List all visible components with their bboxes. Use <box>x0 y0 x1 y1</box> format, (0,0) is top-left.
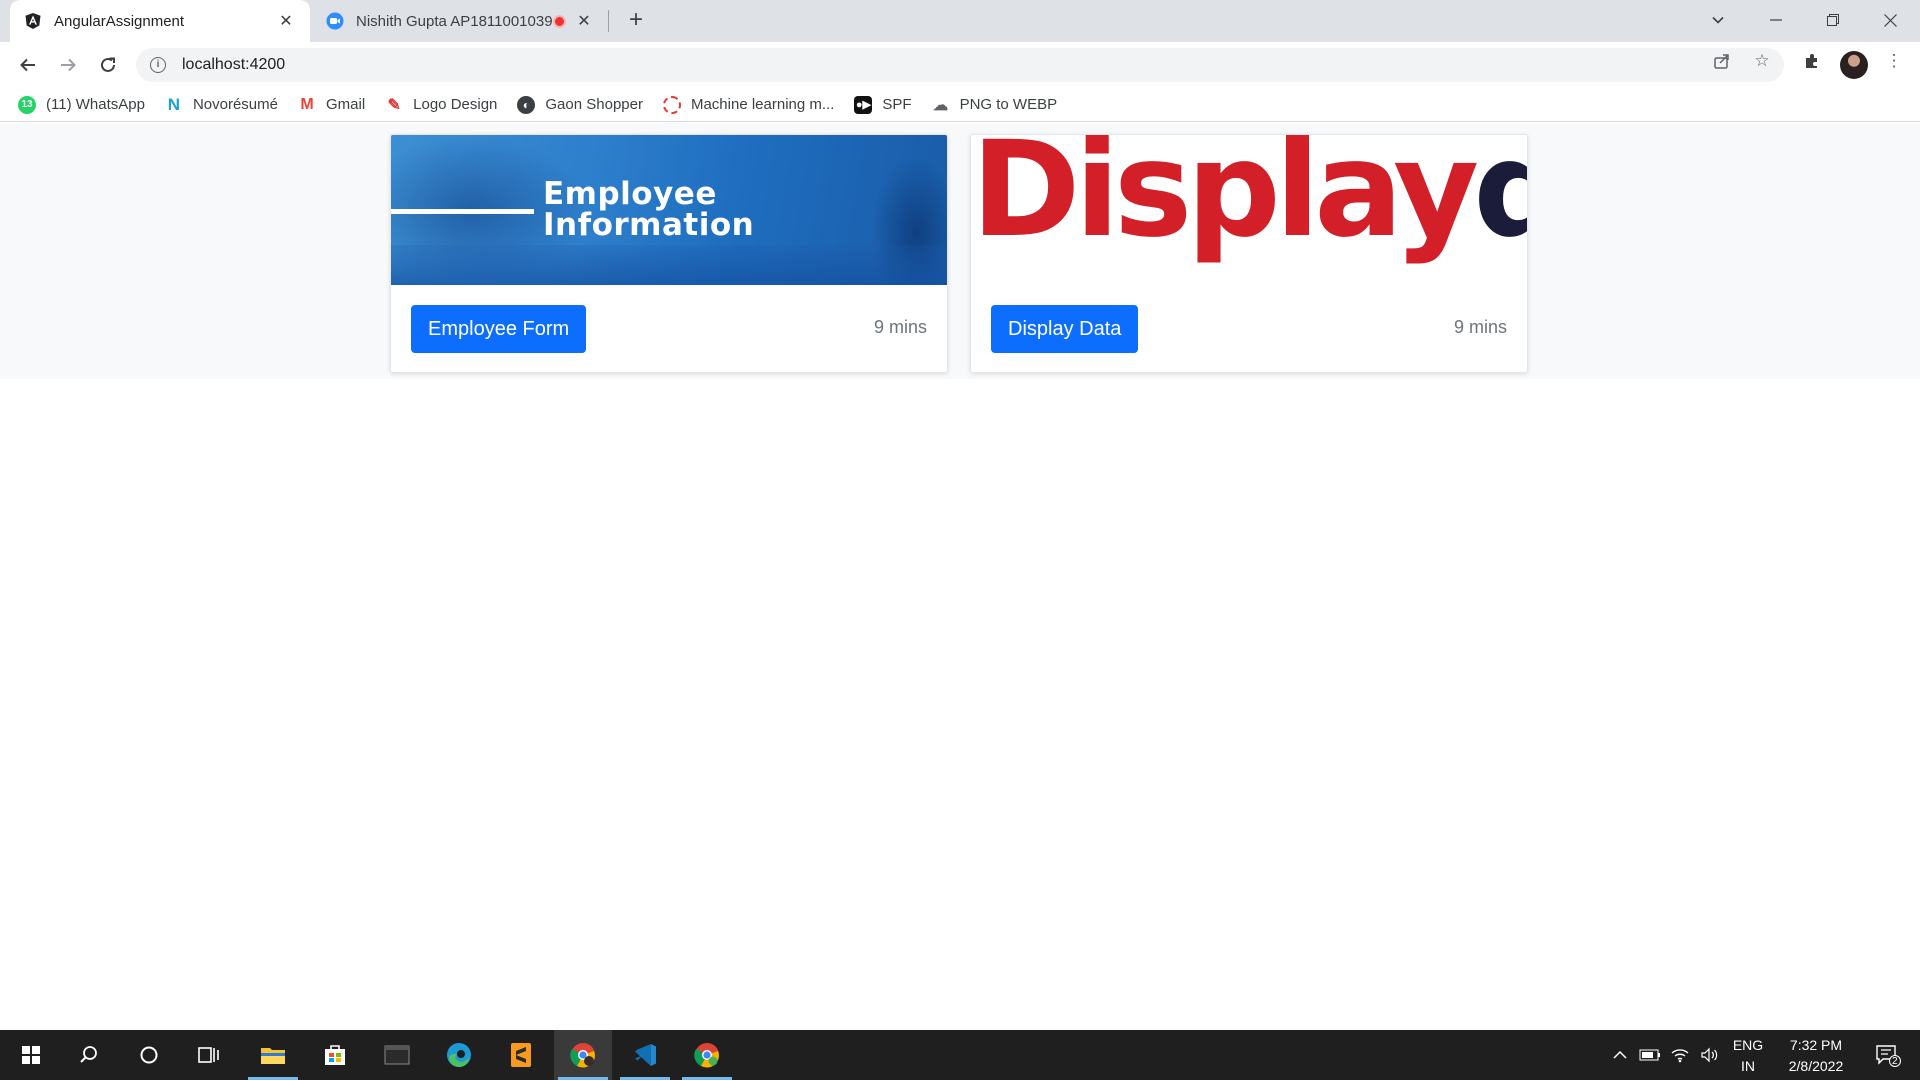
bookmark-label: Novorésumé <box>192 96 278 113</box>
tab-zoom-meeting[interactable]: Nishith Gupta AP1811001039 ✕ <box>312 0 608 42</box>
display-data-card: Displaydata Display Data 9 mins <box>970 134 1528 373</box>
clock[interactable]: 7:32 PM 2/8/2022 <box>1776 1035 1856 1077</box>
language-code: ENG <box>1732 1037 1764 1053</box>
profile-avatar[interactable] <box>1840 51 1868 79</box>
battery-icon[interactable] <box>1636 1030 1664 1080</box>
address-bar[interactable]: i localhost:4200 <box>136 48 1784 82</box>
notification-count: 2 <box>1892 1056 1898 1067</box>
card-section: Employee Information Employee Form 9 min… <box>0 123 1920 379</box>
spf-icon: ●▶ <box>854 95 873 114</box>
recording-icon <box>553 14 566 28</box>
tab-search-icon[interactable] <box>1690 0 1746 40</box>
globe-icon: ◐ <box>517 95 536 114</box>
tab-angular-assignment[interactable]: AngularAssignment ✕ <box>10 0 310 42</box>
minimize-button[interactable] <box>1748 0 1804 40</box>
input-language[interactable]: ENG IN <box>1728 1035 1768 1077</box>
page-content: Employee Information Employee Form 9 min… <box>0 123 1920 1030</box>
notifications-icon[interactable]: 2 <box>1866 1030 1910 1080</box>
tab-strip: AngularAssignment ✕ Nishith Gupta AP1811… <box>0 0 1920 42</box>
back-button[interactable] <box>12 49 44 81</box>
logo-word-display: Display <box>971 135 1479 267</box>
logo-design-icon: ✎ <box>387 96 401 114</box>
close-tab-icon[interactable]: ✕ <box>574 11 594 31</box>
logo-word-data: data <box>1473 135 1527 267</box>
image-accent-line <box>391 209 534 214</box>
cortana-icon[interactable] <box>120 1030 178 1080</box>
whatsapp-icon: 13 <box>18 95 36 114</box>
bookmark-label: SPF <box>882 96 912 113</box>
task-view-icon[interactable] <box>180 1030 238 1080</box>
card-time: 9 mins <box>873 317 927 337</box>
bookmark-label: Logo Design <box>413 96 498 113</box>
search-icon[interactable] <box>60 1030 118 1080</box>
bookmark-label: Machine learning m... <box>690 96 835 113</box>
caption-line-2: Information <box>543 207 755 243</box>
tab-title: Nishith Gupta AP1811001039 <box>356 12 553 30</box>
volume-icon[interactable] <box>1696 1030 1724 1080</box>
terminal-icon[interactable] <box>368 1030 426 1080</box>
microsoft-store-icon[interactable] <box>306 1030 364 1080</box>
menu-kebab-icon[interactable]: ⋮ <box>1884 51 1904 71</box>
vscode-icon[interactable] <box>616 1030 674 1080</box>
file-explorer-icon[interactable] <box>244 1030 302 1080</box>
display-data-image: Displaydata <box>971 135 1527 285</box>
edge-icon[interactable] <box>430 1030 488 1080</box>
close-tab-icon[interactable]: ✕ <box>276 11 296 31</box>
bookmarks-bar: 13 (11) WhatsApp N Novorésumé M Gmail ✎ … <box>0 88 1920 122</box>
bookmark-spf[interactable]: ●▶ SPF <box>854 95 912 114</box>
windows-taskbar: ENG IN 7:32 PM 2/8/2022 2 <box>0 1030 1920 1080</box>
bookmark-logo-design[interactable]: ✎ Logo Design <box>385 96 497 114</box>
card-time: 9 mins <box>1453 317 1507 337</box>
bookmark-machine-learning[interactable]: Machine learning m... <box>662 95 835 114</box>
clock-time: 7:32 PM <box>1789 1037 1843 1053</box>
bookmark-whatsapp[interactable]: 13 (11) WhatsApp <box>18 95 145 114</box>
bookmark-png-to-webp[interactable]: ☁ PNG to WEBP <box>932 96 1058 114</box>
employee-card: Employee Information Employee Form 9 min… <box>390 134 948 373</box>
novoresume-icon: N <box>167 94 181 114</box>
wifi-icon[interactable] <box>1666 1030 1694 1080</box>
restore-button[interactable] <box>1805 0 1861 40</box>
share-icon[interactable] <box>1712 51 1732 71</box>
bookmark-gaon-shopper[interactable]: ◐ Gaon Shopper <box>517 95 643 114</box>
forward-button[interactable] <box>52 49 84 81</box>
address-url: localhost:4200 <box>182 56 286 73</box>
bookmark-label: PNG to WEBP <box>959 96 1058 113</box>
display-data-logo: Displaydata <box>971 135 1527 267</box>
site-info-icon[interactable]: i <box>150 57 166 73</box>
employee-form-button[interactable]: Employee Form <box>411 305 587 353</box>
bookmark-gmail[interactable]: M Gmail <box>298 96 365 114</box>
bookmark-label: Gmail <box>325 96 366 113</box>
browser-toolbar: i localhost:4200 ☆ ⋮ <box>0 42 1920 88</box>
caption-line-1: Employee <box>543 176 717 212</box>
display-data-button[interactable]: Display Data <box>991 305 1139 353</box>
reload-button[interactable] <box>92 49 124 81</box>
new-tab-button[interactable]: + <box>622 6 650 34</box>
region-code: IN <box>1741 1058 1755 1074</box>
bookmark-novoresume[interactable]: N Novorésumé <box>165 94 278 114</box>
cloud-icon: ☁ <box>933 96 949 114</box>
windows-start-icon[interactable] <box>2 1030 60 1080</box>
tab-separator <box>608 10 609 32</box>
show-hidden-icons-icon[interactable] <box>1608 1030 1632 1080</box>
bookmark-label: (11) WhatsApp <box>46 96 145 113</box>
extensions-icon[interactable] <box>1802 51 1822 71</box>
employee-information-image: Employee Information <box>391 135 947 285</box>
clock-date: 2/8/2022 <box>1788 1058 1844 1074</box>
chrome-icon[interactable] <box>678 1030 736 1080</box>
tab-title: AngularAssignment <box>54 12 185 30</box>
ml-icon <box>662 95 681 114</box>
zoom-icon <box>326 12 344 30</box>
angular-icon <box>24 12 42 30</box>
chrome-active-icon[interactable] <box>554 1030 612 1080</box>
bookmark-star-icon[interactable]: ☆ <box>1752 51 1772 71</box>
gmail-icon: M <box>300 95 314 113</box>
employee-image-caption: Employee Information <box>543 179 754 241</box>
close-window-button[interactable] <box>1862 0 1918 40</box>
sublime-text-icon[interactable] <box>492 1030 550 1080</box>
bookmark-label: Gaon Shopper <box>545 96 643 113</box>
